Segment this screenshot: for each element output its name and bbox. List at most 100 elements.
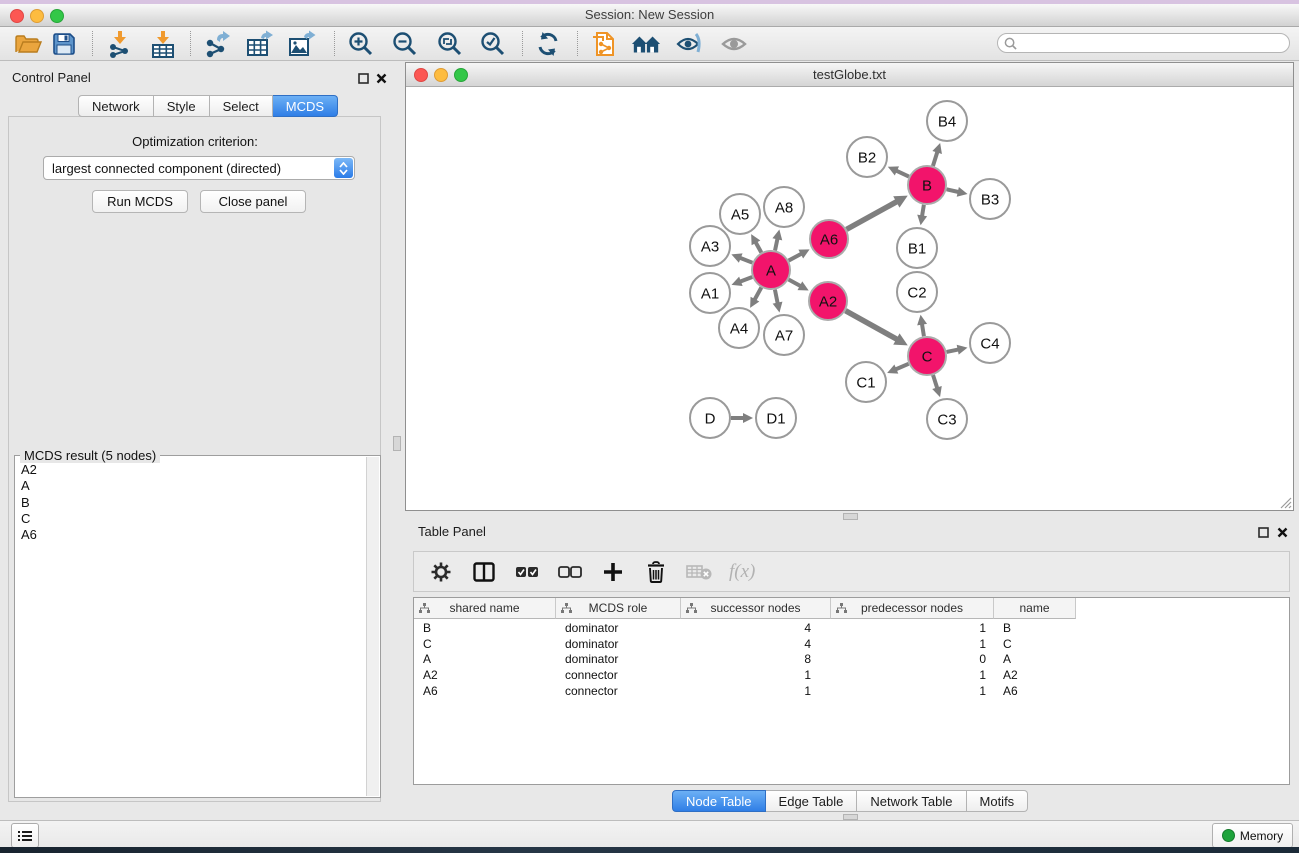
graph-node-A1[interactable]: A1 <box>690 273 730 313</box>
add-column-icon[interactable] <box>600 559 626 585</box>
cell-name[interactable]: A2 <box>994 668 1076 684</box>
mcds-result-scrollbar[interactable] <box>366 457 379 796</box>
show-graphics-details-icon[interactable] <box>719 30 749 58</box>
cell-shared-name[interactable]: A6 <box>414 684 556 700</box>
cell-shared-name[interactable]: B <box>414 621 556 637</box>
mcds-result-item[interactable]: A6 <box>21 527 367 543</box>
graph-node-A2[interactable]: A2 <box>809 282 847 320</box>
column-header-name[interactable]: name <box>994 598 1076 619</box>
cell-successor-nodes[interactable]: 8 <box>681 652 831 668</box>
cell-MCDS-role[interactable]: connector <box>556 668 681 684</box>
mcds-result-item[interactable]: A <box>21 478 367 494</box>
cell-shared-name[interactable]: C <box>414 637 556 653</box>
network-canvas[interactable]: AA1A2A3A4A5A6A7A8BB1B2B3B4CC1C2C3C4DD1 <box>406 87 1293 510</box>
graph-node-A3[interactable]: A3 <box>690 226 730 266</box>
cell-MCDS-role[interactable]: connector <box>556 684 681 700</box>
export-network-icon[interactable] <box>203 30 233 58</box>
column-header-successor-nodes[interactable]: successor nodes <box>681 598 831 619</box>
import-network-icon[interactable] <box>105 30 135 58</box>
graph-node-A7[interactable]: A7 <box>764 315 804 355</box>
zoom-out-icon[interactable] <box>390 30 420 58</box>
cell-predecessor-nodes[interactable]: 1 <box>831 684 994 700</box>
table-panel-float-icon[interactable] <box>1257 526 1270 539</box>
table-row-A[interactable]: Adominator80A <box>414 652 1289 668</box>
table-row-B[interactable]: Bdominator41B <box>414 621 1289 637</box>
table-row-C[interactable]: Cdominator41C <box>414 637 1289 653</box>
memory-button[interactable]: Memory <box>1212 823 1293 848</box>
table-settings-gear-icon[interactable] <box>428 559 454 585</box>
cell-successor-nodes[interactable]: 1 <box>681 668 831 684</box>
graph-node-B2[interactable]: B2 <box>847 137 887 177</box>
cell-predecessor-nodes[interactable]: 0 <box>831 652 994 668</box>
control-panel-float-icon[interactable] <box>357 72 370 85</box>
refresh-icon[interactable] <box>533 30 563 58</box>
cell-MCDS-role[interactable]: dominator <box>556 621 681 637</box>
cell-successor-nodes[interactable]: 4 <box>681 621 831 637</box>
table-tab-edge-table[interactable]: Edge Table <box>766 790 858 812</box>
control-tab-mcds[interactable]: MCDS <box>273 95 338 117</box>
zoom-fit-icon[interactable] <box>435 30 465 58</box>
export-table-icon[interactable] <box>245 30 275 58</box>
table-tab-network-table[interactable]: Network Table <box>857 790 966 812</box>
task-history-button[interactable] <box>11 823 39 848</box>
control-tab-select[interactable]: Select <box>210 95 273 117</box>
search-input[interactable] <box>1017 34 1289 52</box>
save-session-icon[interactable] <box>49 30 79 58</box>
cell-successor-nodes[interactable]: 4 <box>681 637 831 653</box>
graph-node-B4[interactable]: B4 <box>927 101 967 141</box>
zoom-selected-icon[interactable] <box>478 30 508 58</box>
graph-node-A4[interactable]: A4 <box>719 308 759 348</box>
control-panel-close-icon[interactable] <box>375 72 388 85</box>
run-mcds-button[interactable]: Run MCDS <box>92 190 188 213</box>
cell-name[interactable]: A <box>994 652 1076 668</box>
graph-node-D1[interactable]: D1 <box>756 398 796 438</box>
column-header-MCDS-role[interactable]: MCDS role <box>556 598 681 619</box>
cell-shared-name[interactable]: A <box>414 652 556 668</box>
window-resize-grip[interactable] <box>1278 495 1292 509</box>
cell-MCDS-role[interactable]: dominator <box>556 637 681 653</box>
open-session-icon[interactable] <box>13 30 43 58</box>
control-tab-network[interactable]: Network <box>78 95 154 117</box>
graph-node-A5[interactable]: A5 <box>720 194 760 234</box>
graph-node-C[interactable]: C <box>908 337 946 375</box>
table-tab-motifs[interactable]: Motifs <box>967 790 1029 812</box>
graph-node-A8[interactable]: A8 <box>764 187 804 227</box>
network-window-titlebar[interactable]: testGlobe.txt <box>406 63 1293 87</box>
import-table-icon[interactable] <box>148 30 178 58</box>
cell-name[interactable]: A6 <box>994 684 1076 700</box>
graph-node-B[interactable]: B <box>908 166 946 204</box>
cell-predecessor-nodes[interactable]: 1 <box>831 668 994 684</box>
graph-node-C4[interactable]: C4 <box>970 323 1010 363</box>
graph-node-A6[interactable]: A6 <box>810 220 848 258</box>
graph-node-C1[interactable]: C1 <box>846 362 886 402</box>
show-columns-icon[interactable] <box>471 559 497 585</box>
hide-graphics-details-icon[interactable] <box>674 30 704 58</box>
cell-name[interactable]: B <box>994 621 1076 637</box>
network-from-file-icon[interactable] <box>589 30 619 58</box>
cell-MCDS-role[interactable]: dominator <box>556 652 681 668</box>
deselect-all-icon[interactable] <box>557 559 583 585</box>
mcds-result-item[interactable]: C <box>21 511 367 527</box>
graph-node-D[interactable]: D <box>690 398 730 438</box>
cell-name[interactable]: C <box>994 637 1076 653</box>
control-tab-style[interactable]: Style <box>154 95 210 117</box>
delete-column-trash-icon[interactable] <box>643 559 669 585</box>
column-header-predecessor-nodes[interactable]: predecessor nodes <box>831 598 994 619</box>
table-row-A2[interactable]: A2connector11A2 <box>414 668 1289 684</box>
split-divider-handle[interactable] <box>843 513 858 520</box>
cell-predecessor-nodes[interactable]: 1 <box>831 621 994 637</box>
close-panel-button[interactable]: Close panel <box>200 190 306 213</box>
cell-predecessor-nodes[interactable]: 1 <box>831 637 994 653</box>
graph-node-B1[interactable]: B1 <box>897 228 937 268</box>
graph-node-C3[interactable]: C3 <box>927 399 967 439</box>
zoom-in-icon[interactable] <box>346 30 376 58</box>
column-header-shared-name[interactable]: shared name <box>414 598 556 619</box>
cell-successor-nodes[interactable]: 1 <box>681 684 831 700</box>
split-divider-handle[interactable] <box>393 436 401 451</box>
create-view-icon[interactable] <box>631 30 661 58</box>
table-row-A6[interactable]: A6connector11A6 <box>414 684 1289 700</box>
graph-node-B3[interactable]: B3 <box>970 179 1010 219</box>
mcds-result-item[interactable]: A2 <box>21 462 367 478</box>
mcds-result-item[interactable]: B <box>21 495 367 511</box>
table-panel-close-icon[interactable] <box>1276 526 1289 539</box>
